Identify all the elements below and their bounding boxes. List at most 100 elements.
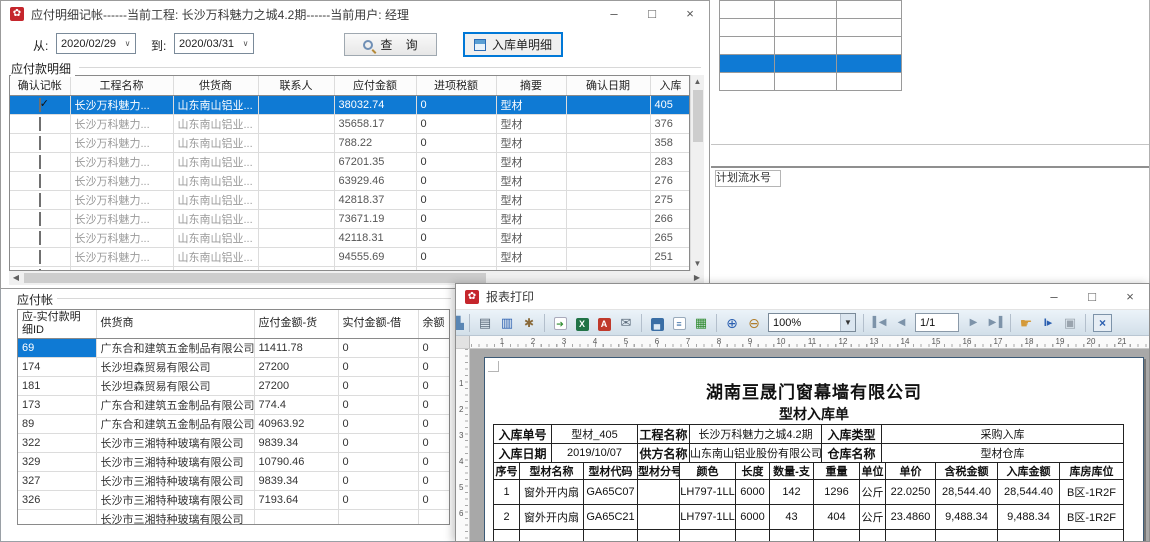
- background-table[interactable]: [719, 0, 902, 91]
- prev-page-icon[interactable]: ◀: [891, 314, 911, 332]
- first-page-icon[interactable]: ▌◀: [869, 314, 889, 332]
- confirm-checkbox[interactable]: [39, 250, 41, 264]
- report-preview-area[interactable]: 123456 湖南亘晟门窗幕墙有限公司 型材入库单 入库单号型材_405工程名称…: [456, 349, 1149, 541]
- document-icon[interactable]: ≡: [669, 314, 689, 332]
- table-row[interactable]: 长沙万科魅力...山东南山铝业...42818.370型材275: [10, 190, 690, 209]
- column-header[interactable]: 应-实付款明细ID: [18, 310, 96, 338]
- titlebar[interactable]: ✿ 报表打印 – □ ×: [456, 284, 1149, 310]
- column-header[interactable]: 供货商: [96, 310, 254, 338]
- cell: 0: [418, 357, 450, 376]
- table-row[interactable]: [720, 55, 902, 73]
- table-row[interactable]: 89广东合和建筑五金制品有限公司40963.9200: [18, 414, 450, 433]
- scroll-up-icon[interactable]: ▲: [691, 75, 704, 89]
- hand-tool-icon[interactable]: ☛: [1016, 314, 1036, 332]
- table-row[interactable]: [720, 73, 902, 91]
- last-page-icon[interactable]: ▶▐: [985, 314, 1005, 332]
- table-row[interactable]: 173广东合和建筑五金制品有限公司774.400: [18, 395, 450, 414]
- table-row[interactable]: 174长沙坦森贸易有限公司2720000: [18, 357, 450, 376]
- table-row[interactable]: 326长沙市三湘特种玻璃有限公司7193.6400: [18, 490, 450, 509]
- zoom-out-icon[interactable]: ⊖: [744, 314, 764, 332]
- page-number-input[interactable]: 1/1: [915, 313, 959, 332]
- maximize-button[interactable]: □: [1073, 284, 1111, 310]
- table-row[interactable]: 长沙万科魅力...山东南山铝业...63929.460型材276: [10, 171, 690, 190]
- mail-icon[interactable]: ✉: [616, 314, 636, 332]
- cell: 265: [650, 228, 690, 247]
- table-row[interactable]: 69广东合和建筑五金制品有限公司11411.7800: [18, 338, 450, 357]
- confirm-checkbox[interactable]: [39, 174, 41, 188]
- excel-export-icon[interactable]: X: [572, 314, 592, 332]
- column-header[interactable]: 入库: [650, 76, 690, 95]
- cell: 长沙市三湘特种玻璃有限公司: [96, 471, 254, 490]
- table-row[interactable]: 长沙万科魅力...山东南山铝业...35658.170型材376: [10, 114, 690, 133]
- table-row[interactable]: 长沙万科魅力...山东南山铝业...38032.740型材405: [10, 95, 690, 114]
- export-icon[interactable]: ➔: [550, 314, 570, 332]
- column-header[interactable]: 供货商: [173, 76, 258, 95]
- column-header[interactable]: 联系人: [258, 76, 334, 95]
- query-button[interactable]: 查 询: [344, 33, 437, 56]
- table-row[interactable]: 长沙万科魅力...山东南山铝业...788.220型材358: [10, 133, 690, 152]
- inbound-detail-button[interactable]: 入库单明细: [463, 32, 563, 57]
- save-icon[interactable]: ▄: [647, 314, 667, 332]
- zoom-in-icon[interactable]: ⊕: [722, 314, 742, 332]
- confirm-checkbox[interactable]: [39, 231, 41, 245]
- confirm-checkbox[interactable]: [39, 155, 41, 169]
- column-header[interactable]: 应付金额: [334, 76, 416, 95]
- table-row[interactable]: 181长沙坦森贸易有限公司2720000: [18, 376, 450, 395]
- text-select-icon[interactable]: I▸: [1038, 314, 1058, 332]
- table-row[interactable]: 长沙万科魅力...山东南山铝业...94555.690型材251: [10, 247, 690, 266]
- maximize-button[interactable]: □: [633, 1, 671, 27]
- print-icon[interactable]: ▤: [475, 314, 495, 332]
- to-date-combo[interactable]: 2020/03/31 ∨: [174, 33, 254, 54]
- zoom-level-combo[interactable]: 100%▼: [768, 313, 856, 332]
- chevron-down-icon[interactable]: ▼: [840, 314, 855, 331]
- column-header[interactable]: 实付金额-借: [338, 310, 418, 338]
- minimize-button[interactable]: –: [595, 1, 633, 27]
- scroll-left-icon[interactable]: ◀: [9, 271, 23, 285]
- close-button[interactable]: ×: [1111, 284, 1149, 310]
- book-icon[interactable]: ▥: [497, 314, 517, 332]
- copy-icon[interactable]: ▣: [1060, 314, 1080, 332]
- column-header[interactable]: 余额: [418, 310, 450, 338]
- groupbox-line: [79, 67, 701, 68]
- minimize-button[interactable]: –: [1035, 284, 1073, 310]
- table-row[interactable]: 长沙万科魅力...山东南山铝业...73671.190型材266: [10, 209, 690, 228]
- column-header[interactable]: 应付金额-货: [254, 310, 338, 338]
- confirm-checkbox[interactable]: [39, 193, 41, 207]
- edge-partial-icon[interactable]: ▙: [456, 314, 464, 332]
- scrollbar-thumb[interactable]: [693, 90, 703, 142]
- confirm-checkbox[interactable]: [39, 212, 41, 226]
- cell: 长沙万科魅力...: [70, 171, 173, 190]
- confirm-checkbox[interactable]: [39, 136, 41, 150]
- insert-icon[interactable]: ▦: [691, 314, 711, 332]
- column-header[interactable]: 确认记帐: [10, 76, 70, 95]
- close-button[interactable]: ×: [671, 1, 709, 27]
- table-row[interactable]: 长沙市三湘特种玻璃有限公司: [18, 509, 450, 525]
- column-header[interactable]: 进项税额: [416, 76, 496, 95]
- confirm-checkbox[interactable]: [39, 98, 41, 112]
- pdf-export-icon[interactable]: A: [594, 314, 614, 332]
- close-preview-icon[interactable]: ×: [1093, 314, 1112, 332]
- table-row[interactable]: 长沙万科魅力...山东南山铝业...42118.310型材265: [10, 228, 690, 247]
- titlebar[interactable]: ✿ 应付明细记帐------当前工程: 长沙万科魅力之城4.2期------当前…: [1, 1, 709, 27]
- table-row[interactable]: [720, 19, 902, 37]
- confirm-checkbox[interactable]: [39, 117, 41, 131]
- from-date-combo[interactable]: 2020/02/29 ∨: [56, 33, 136, 54]
- next-page-icon[interactable]: ▶: [963, 314, 983, 332]
- scrollbar-thumb[interactable]: [24, 273, 486, 283]
- chevron-down-icon[interactable]: ∨: [120, 39, 135, 48]
- vertical-scrollbar[interactable]: ▲ ▼: [690, 75, 704, 271]
- report-info-table: 入库单号型材_405工程名称长沙万科魅力之城4.2期入库类型采购入库入库日期20…: [493, 424, 1124, 463]
- table-row[interactable]: 长沙万科魅力...山东南山铝业...67201.350型材283: [10, 152, 690, 171]
- table-row[interactable]: [720, 37, 902, 55]
- scroll-down-icon[interactable]: ▼: [691, 257, 704, 271]
- table-row[interactable]: 329长沙市三湘特种玻璃有限公司10790.4600: [18, 452, 450, 471]
- tools-icon[interactable]: ✱: [519, 314, 539, 332]
- cell: [837, 73, 902, 91]
- column-header[interactable]: 摘要: [496, 76, 566, 95]
- chevron-down-icon[interactable]: ∨: [238, 39, 253, 48]
- table-row[interactable]: 327长沙市三湘特种玻璃有限公司9839.3400: [18, 471, 450, 490]
- column-header[interactable]: 工程名称: [70, 76, 173, 95]
- table-row[interactable]: [720, 1, 902, 19]
- table-row[interactable]: 322长沙市三湘特种玻璃有限公司9839.3400: [18, 433, 450, 452]
- column-header[interactable]: 确认日期: [566, 76, 650, 95]
